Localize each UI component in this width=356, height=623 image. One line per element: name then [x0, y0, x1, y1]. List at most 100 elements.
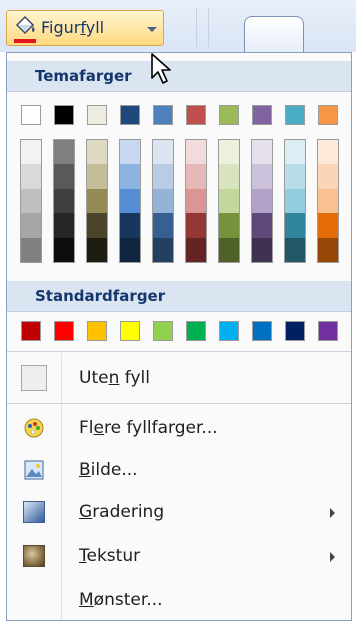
theme-tint-swatch[interactable] — [285, 237, 305, 262]
theme-tint-swatch[interactable] — [318, 188, 338, 214]
theme-tint-swatch[interactable] — [120, 213, 140, 238]
shape-style-preview[interactable] — [244, 16, 304, 53]
theme-tint-swatch[interactable] — [120, 188, 140, 214]
theme-tint-swatch[interactable] — [54, 140, 74, 165]
standard-color-swatch[interactable] — [21, 321, 41, 341]
theme-tint-swatch[interactable] — [285, 213, 305, 238]
pattern-label: Mønster... — [79, 590, 163, 610]
theme-tint-swatch[interactable] — [21, 164, 41, 189]
theme-tint-swatch[interactable] — [87, 188, 107, 214]
standard-color-swatch[interactable] — [285, 321, 305, 341]
theme-tint-column — [185, 139, 207, 263]
no-fill-swatch — [21, 365, 47, 391]
submenu-arrow-icon — [330, 552, 335, 562]
theme-color-swatch[interactable] — [54, 105, 74, 125]
theme-tint-swatch[interactable] — [186, 237, 206, 262]
mouse-cursor-icon — [151, 53, 171, 84]
theme-tint-column — [284, 139, 306, 263]
color-palette-icon — [24, 418, 44, 438]
menu-item-picture[interactable]: Bilde... — [7, 451, 351, 491]
theme-tint-swatch[interactable] — [153, 237, 173, 262]
theme-tint-swatch[interactable] — [318, 164, 338, 189]
theme-tint-swatch[interactable] — [87, 140, 107, 165]
theme-tint-swatch[interactable] — [186, 140, 206, 165]
menu-item-more-fill-colors[interactable]: Flere fyllfarger... — [7, 409, 351, 449]
theme-tint-swatch[interactable] — [186, 164, 206, 189]
theme-color-swatch[interactable] — [120, 105, 140, 125]
theme-color-swatch[interactable] — [285, 105, 305, 125]
theme-tint-swatch[interactable] — [219, 213, 239, 238]
theme-color-swatch[interactable] — [318, 105, 338, 125]
chevron-down-icon[interactable] — [147, 27, 157, 32]
theme-color-swatch[interactable] — [153, 105, 173, 125]
ribbon-strip: Figurfyll — [0, 0, 356, 53]
menu-item-texture[interactable]: Tekstur — [7, 537, 351, 577]
theme-tint-swatch[interactable] — [120, 140, 140, 165]
theme-tint-swatch[interactable] — [120, 237, 140, 262]
shape-fill-label: Figurfyll — [41, 18, 105, 37]
theme-color-swatch[interactable] — [219, 105, 239, 125]
theme-tint-column — [86, 139, 108, 263]
current-fill-color-bar — [14, 39, 36, 43]
standard-color-swatch[interactable] — [120, 321, 140, 341]
picture-icon — [24, 460, 44, 480]
theme-tint-swatch[interactable] — [54, 164, 74, 189]
shape-fill-button[interactable]: Figurfyll — [6, 10, 164, 46]
theme-tint-swatch[interactable] — [318, 237, 338, 262]
theme-tint-swatch[interactable] — [219, 188, 239, 214]
theme-tint-swatch[interactable] — [54, 237, 74, 262]
theme-tint-swatch[interactable] — [252, 164, 272, 189]
theme-tint-swatch[interactable] — [153, 164, 173, 189]
theme-color-swatch[interactable] — [252, 105, 272, 125]
theme-tint-swatch[interactable] — [252, 140, 272, 165]
theme-tint-swatch[interactable] — [21, 188, 41, 214]
menu-item-gradient[interactable]: Gradering — [7, 493, 351, 533]
theme-tint-swatch[interactable] — [87, 213, 107, 238]
theme-tint-swatch[interactable] — [285, 164, 305, 189]
menu-separator — [7, 403, 351, 404]
theme-tint-swatch[interactable] — [54, 188, 74, 214]
theme-tint-swatch[interactable] — [318, 213, 338, 238]
standard-color-swatch[interactable] — [153, 321, 173, 341]
theme-tint-swatch[interactable] — [153, 140, 173, 165]
theme-tint-swatch[interactable] — [252, 188, 272, 214]
theme-tint-swatch[interactable] — [285, 140, 305, 165]
theme-tint-swatch[interactable] — [153, 213, 173, 238]
theme-tint-swatch[interactable] — [219, 237, 239, 262]
theme-tint-swatch[interactable] — [252, 237, 272, 262]
standard-color-swatch[interactable] — [252, 321, 272, 341]
theme-tint-column — [53, 139, 75, 263]
theme-tint-swatch[interactable] — [219, 140, 239, 165]
theme-tint-swatch[interactable] — [219, 164, 239, 189]
fill-dropdown-menu: Temafarger Standardfarger Uten fyll Fler… — [6, 52, 352, 621]
standard-color-swatch[interactable] — [318, 321, 338, 341]
standard-color-swatch[interactable] — [87, 321, 107, 341]
theme-tint-column — [119, 139, 141, 263]
menu-item-pattern[interactable]: Mønster... — [7, 581, 351, 621]
standard-color-swatch[interactable] — [186, 321, 206, 341]
theme-tint-swatch[interactable] — [186, 188, 206, 214]
submenu-arrow-icon — [330, 508, 335, 518]
theme-tint-swatch[interactable] — [120, 164, 140, 189]
theme-tint-swatch[interactable] — [186, 213, 206, 238]
theme-tint-swatch[interactable] — [285, 188, 305, 214]
theme-color-swatch[interactable] — [87, 105, 107, 125]
theme-tint-column — [218, 139, 240, 263]
theme-tint-swatch[interactable] — [21, 237, 41, 262]
paint-bucket-icon — [15, 15, 35, 35]
theme-tint-swatch[interactable] — [153, 188, 173, 214]
ribbon-separator — [208, 8, 209, 48]
theme-tint-swatch[interactable] — [318, 140, 338, 165]
theme-tint-swatch[interactable] — [87, 164, 107, 189]
theme-tint-swatch[interactable] — [21, 213, 41, 238]
theme-tint-swatch[interactable] — [87, 237, 107, 262]
standard-color-swatch[interactable] — [54, 321, 74, 341]
no-fill-label: Uten fyll — [79, 368, 150, 388]
standard-color-swatch[interactable] — [219, 321, 239, 341]
theme-color-swatch[interactable] — [21, 105, 41, 125]
theme-tint-swatch[interactable] — [21, 140, 41, 165]
theme-tint-swatch[interactable] — [54, 213, 74, 238]
menu-item-no-fill[interactable]: Uten fyll — [7, 359, 351, 399]
theme-color-swatch[interactable] — [186, 105, 206, 125]
theme-tint-swatch[interactable] — [252, 213, 272, 238]
